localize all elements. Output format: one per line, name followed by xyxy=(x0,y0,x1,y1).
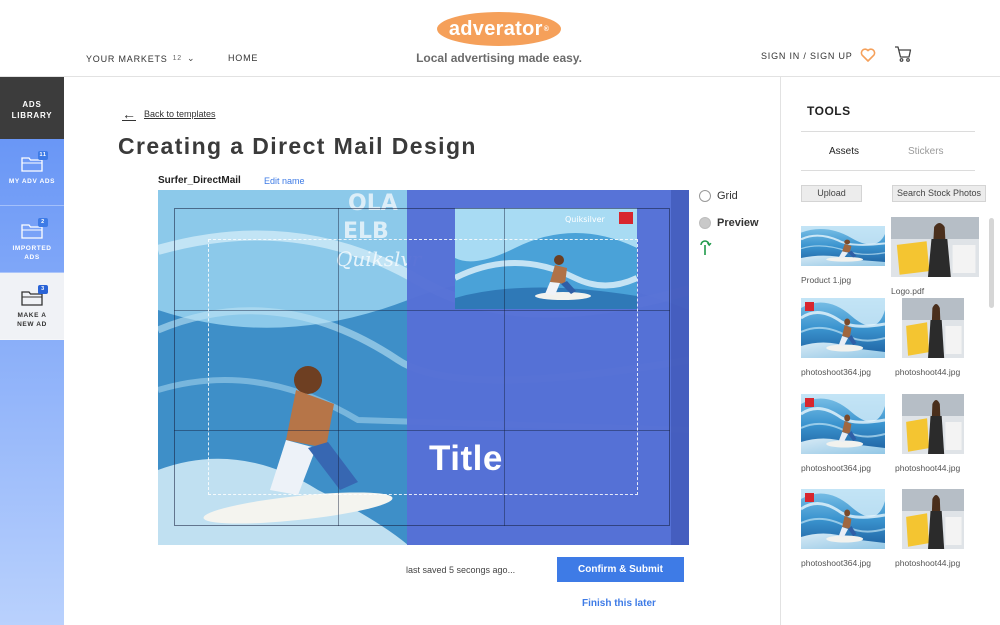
ads-library-header: ADS LIBRARY xyxy=(0,77,64,139)
tab-assets[interactable]: Assets xyxy=(829,146,859,157)
preview-toggle[interactable]: Preview xyxy=(699,217,759,229)
top-header: YOUR MARKETS 12 ⌄ HOME adverator ® Local … xyxy=(0,0,1000,77)
tools-scrollbar[interactable] xyxy=(989,218,994,308)
asset-filename: photoshoot44.jpg xyxy=(895,463,961,473)
sign-in-sign-up-link[interactable]: SIGN IN / SIGN UP xyxy=(761,51,853,61)
asset-item[interactable]: Logo.pdf xyxy=(891,217,979,296)
back-to-templates-link[interactable]: ← Back to templates xyxy=(122,106,216,122)
finish-later-link[interactable]: Finish this later xyxy=(582,598,656,609)
preview-toggle-label: Preview xyxy=(717,217,759,229)
rotate-anchor-icon[interactable] xyxy=(698,240,712,256)
sidebar-item-label: MAKE A xyxy=(17,312,47,319)
asset-filename: Logo.pdf xyxy=(891,286,925,296)
confirm-submit-button[interactable]: Confirm & Submit xyxy=(557,557,684,582)
design-canvas[interactable]: OLA ELB Quikslvr Quiksilver Title xyxy=(158,190,689,545)
cart-icon[interactable] xyxy=(893,44,913,64)
folder-icon: 11 xyxy=(21,151,48,172)
logo-text: adverator xyxy=(448,17,543,40)
asset-thumbnail xyxy=(801,226,885,266)
asset-filename: photoshoot44.jpg xyxy=(895,367,961,377)
sidebar-item-label-line2: NEW AD xyxy=(17,321,47,328)
grid-toggle-label: Grid xyxy=(717,190,738,202)
asset-filename: photoshoot364.jpg xyxy=(801,558,871,568)
design-name: Surfer_DirectMail xyxy=(158,175,241,186)
asset-thumbnail xyxy=(801,489,885,549)
sidebar-item-label: MY ADV ADS xyxy=(8,178,56,185)
tab-stickers[interactable]: Stickers xyxy=(908,146,944,157)
chevron-down-icon: ⌄ xyxy=(187,53,196,63)
your-markets-dropdown[interactable]: YOUR MARKETS 12 ⌄ xyxy=(86,53,195,64)
page-title: Creating a Direct Mail Design xyxy=(118,133,477,159)
asset-item[interactable]: photoshoot44.jpg xyxy=(895,489,964,568)
tools-panel: TOOLS Assets Stickers Upload Search Stoc… xyxy=(780,77,1000,625)
asset-thumbnail xyxy=(801,298,885,358)
preview-radio-icon xyxy=(699,217,711,229)
asset-thumbnail xyxy=(891,217,979,277)
sidebar-badge: 2 xyxy=(38,218,48,227)
ads-library-sidebar: ADS LIBRARY 11 MY ADV ADS 2 IMPORTED ADS… xyxy=(0,77,64,625)
asset-item[interactable]: photoshoot364.jpg xyxy=(801,394,885,473)
grid-toggle[interactable]: Grid xyxy=(699,190,738,202)
sidebar-badge: 3 xyxy=(38,285,48,294)
nav-home-link[interactable]: HOME xyxy=(228,53,258,63)
markets-count: 12 xyxy=(172,55,182,62)
asset-filename: photoshoot44.jpg xyxy=(895,558,961,568)
ads-library-title-line1: ADS xyxy=(22,100,42,109)
ads-library-title-line2: LIBRARY xyxy=(11,111,53,120)
safe-area-guide xyxy=(208,239,638,495)
grid-radio-icon xyxy=(699,190,711,202)
asset-item[interactable]: photoshoot364.jpg xyxy=(801,298,885,377)
asset-thumbnail xyxy=(902,489,964,549)
markets-label: YOUR MARKETS xyxy=(86,53,168,64)
asset-filename: Product 1.jpg xyxy=(801,275,852,285)
heart-icon[interactable] xyxy=(860,47,876,63)
asset-item[interactable]: photoshoot364.jpg xyxy=(801,489,885,568)
folder-icon: 3 xyxy=(21,285,48,306)
tagline: Local advertising made easy. xyxy=(416,51,582,65)
asset-filename: photoshoot364.jpg xyxy=(801,367,871,377)
asset-filename: photoshoot364.jpg xyxy=(801,463,871,473)
logo-mark: ® xyxy=(543,25,550,33)
divider xyxy=(801,170,975,171)
divider xyxy=(801,131,975,132)
folder-icon: 2 xyxy=(21,218,48,239)
asset-thumbnail xyxy=(801,394,885,454)
overlay-edge xyxy=(671,190,689,545)
last-saved-status: last saved 5 secongs ago... xyxy=(406,565,516,575)
sidebar-item-my-adv-ads[interactable]: 11 MY ADV ADS xyxy=(0,139,64,206)
sidebar-item-label: IMPORTED xyxy=(12,245,52,252)
asset-item[interactable]: photoshoot44.jpg xyxy=(895,298,964,377)
asset-thumbnail xyxy=(902,298,964,358)
sidebar-item-label-line2: ADS xyxy=(24,254,40,261)
arrow-left-icon: ← xyxy=(122,106,136,122)
tools-title: TOOLS xyxy=(807,104,851,118)
sidebar-item-imported-ads[interactable]: 2 IMPORTED ADS xyxy=(0,206,64,273)
back-link-label: Back to templates xyxy=(144,109,216,119)
upload-button[interactable]: Upload xyxy=(801,185,862,202)
asset-item[interactable]: Product 1.jpg xyxy=(801,226,885,285)
edit-name-link[interactable]: Edit name xyxy=(264,176,305,186)
asset-thumbnail xyxy=(902,394,964,454)
sidebar-item-make-a-new-ad[interactable]: 3 MAKE A NEW AD xyxy=(0,273,64,340)
sidebar-badge: 11 xyxy=(38,151,48,160)
asset-item[interactable]: photoshoot44.jpg xyxy=(895,394,964,473)
adverator-logo[interactable]: adverator ® xyxy=(437,12,561,46)
canvas-title-text[interactable]: Title xyxy=(429,439,503,479)
search-stock-photos-button[interactable]: Search Stock Photos xyxy=(892,185,986,202)
